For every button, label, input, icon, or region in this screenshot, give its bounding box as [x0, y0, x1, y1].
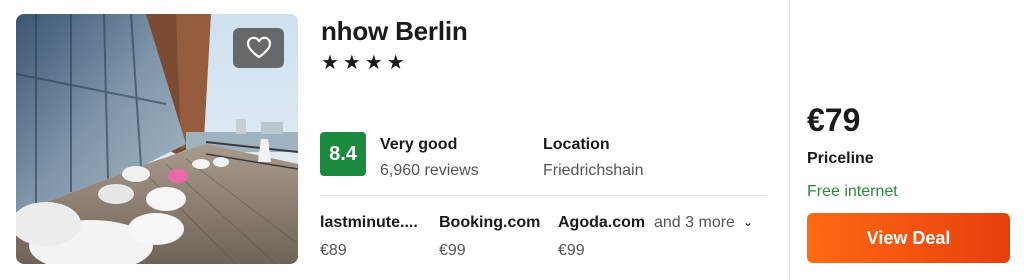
heart-icon — [246, 36, 271, 59]
favorite-button[interactable] — [233, 28, 284, 68]
provider-name[interactable]: Booking.com — [439, 214, 540, 232]
section-divider — [320, 195, 766, 196]
deal-price: €79 — [807, 102, 861, 138]
deal-provider: Priceline — [807, 150, 874, 167]
provider-price[interactable]: €99 — [558, 242, 585, 260]
column-divider — [789, 0, 790, 280]
provider-name[interactable]: Agoda.com — [558, 214, 645, 232]
chevron-down-icon: ⌄ — [742, 215, 753, 229]
location-title: Location — [543, 136, 610, 153]
more-providers-toggle[interactable]: and 3 more ⌄ — [654, 214, 753, 232]
rating-score-badge: 8.4 — [320, 132, 366, 176]
review-count[interactable]: 6,960 reviews — [380, 162, 479, 180]
provider-price[interactable]: €89 — [320, 242, 347, 260]
hotel-name[interactable]: nhow Berlin — [321, 16, 468, 47]
amenity-free-internet: Free internet — [807, 183, 898, 200]
provider-name[interactable]: lastminute.... — [320, 214, 418, 232]
hotel-photo[interactable] — [16, 14, 298, 264]
hotel-result-card: nhow Berlin ★★★★ 8.4 Very good 6,960 rev… — [0, 0, 1024, 280]
view-deal-button[interactable]: View Deal — [807, 213, 1010, 263]
rating-label: Very good — [380, 136, 458, 153]
location-value: Friedrichshain — [543, 162, 644, 179]
star-rating: ★★★★ — [321, 52, 409, 74]
more-providers-label: and 3 more — [654, 214, 735, 231]
provider-price[interactable]: €99 — [439, 242, 466, 260]
